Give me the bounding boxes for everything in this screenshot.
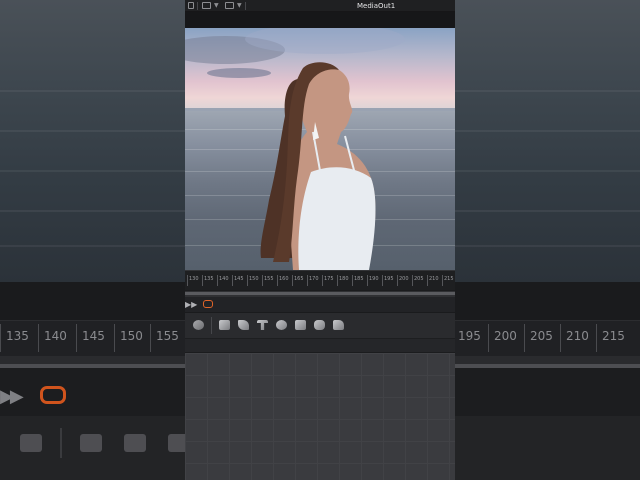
ruler-label: 190 xyxy=(369,276,379,282)
viewer-header: ▼ ▼ MediaOut1 xyxy=(185,0,455,12)
ruler-label: 170 xyxy=(309,276,319,282)
background-ruler-label: 155 xyxy=(156,329,179,343)
text-3d-icon[interactable] xyxy=(257,320,268,330)
ruler-label: 140 xyxy=(219,276,229,282)
ruler-label: 150 xyxy=(249,276,259,282)
box-3d-icon[interactable] xyxy=(295,320,306,330)
node-graph[interactable] xyxy=(185,353,455,480)
sphere-icon[interactable] xyxy=(276,320,287,330)
screen: 135 140 145 150 155 195 200 205 210 215 … xyxy=(0,0,640,480)
viewer[interactable] xyxy=(185,12,455,270)
chevron-down-icon[interactable]: ▼ xyxy=(237,2,242,10)
background-ruler-label: 150 xyxy=(120,329,143,343)
display-mode-icon[interactable] xyxy=(225,2,234,9)
background-ruler-label: 205 xyxy=(530,329,553,343)
background-tool-icon xyxy=(20,434,42,452)
viewer-image xyxy=(185,28,455,270)
particles-icon[interactable] xyxy=(193,320,204,330)
ruler-label: 130 xyxy=(189,276,199,282)
ruler-label: 200 xyxy=(399,276,409,282)
background-fast-forward-icon: ▶▶ xyxy=(0,386,24,407)
multiple-shapes-icon[interactable] xyxy=(238,320,249,330)
scrubber-range xyxy=(185,292,455,295)
background-toolbar-divider xyxy=(60,428,62,458)
node-graph-header xyxy=(185,339,455,353)
viewer-title: MediaOut1 xyxy=(357,2,396,10)
ruler-label: 175 xyxy=(324,276,334,282)
person-silhouette xyxy=(260,62,376,270)
background-tool-icon xyxy=(80,434,102,452)
cube-icon[interactable] xyxy=(219,320,230,330)
ruler-label: 210 xyxy=(429,276,439,282)
ruler-label: 215 xyxy=(444,276,454,282)
ruler-label: 155 xyxy=(264,276,274,282)
background-ruler-label: 135 xyxy=(6,329,29,343)
ruler-label: 145 xyxy=(234,276,244,282)
background-ruler-label: 145 xyxy=(82,329,105,343)
background-loop-icon xyxy=(40,386,66,404)
background-ruler-label: 215 xyxy=(602,329,625,343)
render-icon[interactable] xyxy=(314,320,325,330)
ruler-label: 160 xyxy=(279,276,289,282)
ruler-label: 185 xyxy=(354,276,364,282)
ruler-label: 165 xyxy=(294,276,304,282)
background-ruler-label: 200 xyxy=(494,329,517,343)
background-ruler-label: 195 xyxy=(458,329,481,343)
header-divider xyxy=(197,2,198,10)
header-divider xyxy=(245,2,246,10)
background-ruler-label: 140 xyxy=(44,329,67,343)
background-tool-icon xyxy=(124,434,146,452)
app-panel: ▼ ▼ MediaOut1 130 135 140 145 150 155 16… xyxy=(185,0,455,480)
transport-bar xyxy=(185,297,455,313)
layout-icon[interactable] xyxy=(188,2,194,9)
loop-icon[interactable] xyxy=(203,300,213,308)
background-ruler-label: 210 xyxy=(566,329,589,343)
view-options-icon[interactable] xyxy=(202,2,211,9)
fast-forward-icon[interactable]: ▶▶ xyxy=(185,299,197,311)
ruler-label: 195 xyxy=(384,276,394,282)
ruler-label: 135 xyxy=(204,276,214,282)
toolbar-divider xyxy=(211,317,212,334)
camera-icon[interactable] xyxy=(333,320,344,330)
ruler-label: 205 xyxy=(414,276,424,282)
chevron-down-icon[interactable]: ▼ xyxy=(214,2,219,10)
ruler-label: 180 xyxy=(339,276,349,282)
